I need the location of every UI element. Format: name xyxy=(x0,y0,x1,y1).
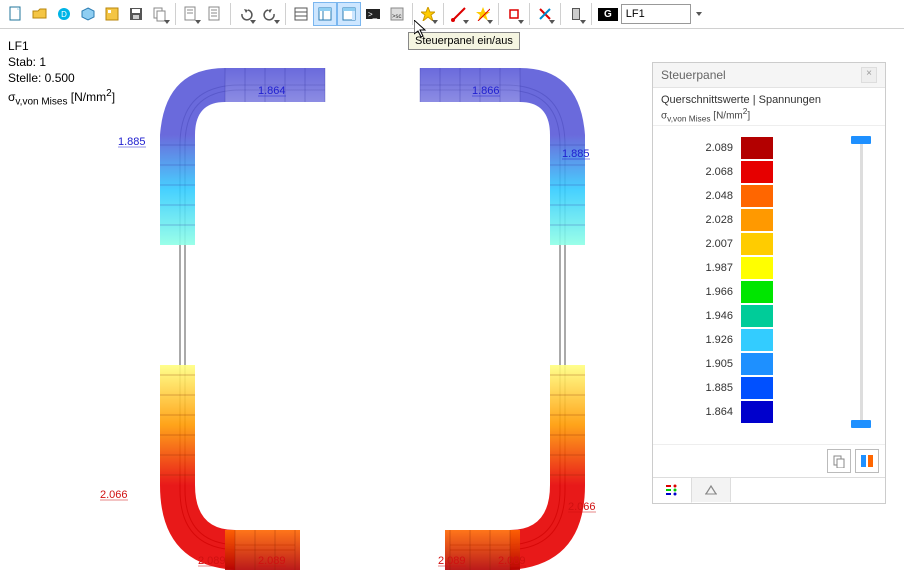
snap-button[interactable] xyxy=(502,2,526,26)
legend-swatch xyxy=(741,185,773,207)
legend-value: 1.966 xyxy=(663,286,741,298)
loadcase-input[interactable] xyxy=(621,4,691,24)
redo-button[interactable] xyxy=(258,2,282,26)
legend-value: 2.068 xyxy=(663,166,741,178)
open-button[interactable] xyxy=(28,2,52,26)
parameter-button[interactable] xyxy=(100,2,124,26)
mirror-button[interactable] xyxy=(533,2,557,26)
panel-tab-scale[interactable] xyxy=(692,478,731,502)
legend-swatch xyxy=(741,161,773,183)
g-badge: G xyxy=(598,8,618,21)
svg-text:>_: >_ xyxy=(368,10,378,19)
console-button[interactable]: >_ xyxy=(361,2,385,26)
svg-text:D: D xyxy=(61,10,67,19)
panel-tool-copy[interactable] xyxy=(827,449,851,473)
copy-button[interactable] xyxy=(148,2,172,26)
panel-sigma: σv,von Mises [N/mm2] xyxy=(661,106,877,123)
stress-value-label: 1.866 xyxy=(472,85,500,97)
legend-swatch xyxy=(741,257,773,279)
save-button[interactable] xyxy=(124,2,148,26)
legend-row: 2.007 xyxy=(663,232,875,256)
legend-swatch xyxy=(741,401,773,423)
stress-value-label: 1.885 xyxy=(562,148,590,160)
legend-swatch xyxy=(741,329,773,351)
panel-subtitle: Querschnittswerte | Spannungen σv,von Mi… xyxy=(653,88,885,126)
stress-value-label: 2.066 xyxy=(568,501,596,513)
model-3d-button[interactable] xyxy=(76,2,100,26)
legend-value: 1.987 xyxy=(663,262,741,274)
legend-row: 2.028 xyxy=(663,208,875,232)
stress-value-label: 2.089 xyxy=(198,555,226,567)
legend-value: 1.926 xyxy=(663,334,741,346)
script-button[interactable]: >sc xyxy=(385,2,409,26)
navigator-button[interactable] xyxy=(313,2,337,26)
panel-tab-colors[interactable] xyxy=(653,478,692,503)
table-button[interactable] xyxy=(289,2,313,26)
legend-row: 1.946 xyxy=(663,304,875,328)
legend-value: 2.028 xyxy=(663,214,741,226)
panel-titlebar[interactable]: Steuerpanel × xyxy=(653,63,885,88)
main-toolbar: D >_ >sc G xyxy=(0,0,904,29)
legend-row: 2.089 xyxy=(663,136,875,160)
stress-value-label: 2.089 xyxy=(258,555,286,567)
legend-row: 1.926 xyxy=(663,328,875,352)
control-panel-button[interactable] xyxy=(337,2,361,26)
stress-value-label: 1.864 xyxy=(258,85,286,97)
control-panel: Steuerpanel × Querschnittswerte | Spannu… xyxy=(652,62,886,504)
legend-value: 1.864 xyxy=(663,406,741,418)
legend-value: 1.946 xyxy=(663,310,741,322)
legend-row: 1.885 xyxy=(663,376,875,400)
notes-button[interactable] xyxy=(203,2,227,26)
new-button[interactable] xyxy=(4,2,28,26)
legend-swatch xyxy=(741,353,773,375)
viewport-canvas[interactable]: 1.864 1.866 1.885 1.885 2.066 2.066 2.089 2.089… xyxy=(0,30,640,587)
legend-value: 2.007 xyxy=(663,238,741,250)
stress-value-label: 2.066 xyxy=(100,489,128,501)
panel-tools xyxy=(653,444,885,477)
legend-swatch xyxy=(741,137,773,159)
legend-value: 1.905 xyxy=(663,358,741,370)
panel-title-text: Steuerpanel xyxy=(661,68,726,82)
stress-value-label: 2.089 xyxy=(498,555,526,567)
legend-row: 1.966 xyxy=(663,280,875,304)
legend-value: 2.048 xyxy=(663,190,741,202)
stress-value-label: 1.885 xyxy=(118,136,146,148)
stress-value-label: 2.089 xyxy=(438,555,466,567)
props-button[interactable] xyxy=(179,2,203,26)
display-button[interactable] xyxy=(564,2,588,26)
legend-row: 2.068 xyxy=(663,160,875,184)
legend-row: 1.905 xyxy=(663,352,875,376)
legend-swatch xyxy=(741,377,773,399)
panel-subtitle-text: Querschnittswerte | Spannungen xyxy=(661,94,877,106)
legend-slider-top[interactable] xyxy=(851,136,871,144)
legend-slider-rail[interactable] xyxy=(860,140,863,424)
cursor-icon xyxy=(414,20,428,38)
load-tool-button[interactable] xyxy=(471,2,495,26)
legend-row: 1.987 xyxy=(663,256,875,280)
panel-tool-split[interactable] xyxy=(855,449,879,473)
stammdaten-button[interactable]: D xyxy=(52,2,76,26)
panel-tabs xyxy=(653,477,885,503)
legend-slider-bottom[interactable] xyxy=(851,420,871,428)
legend-value: 2.089 xyxy=(663,142,741,154)
loadcase-dropdown[interactable] xyxy=(691,2,707,26)
legend-swatch xyxy=(741,305,773,327)
legend-swatch xyxy=(741,281,773,303)
svg-text:>sc: >sc xyxy=(392,14,402,20)
line-tool-button[interactable] xyxy=(447,2,471,26)
legend-value: 1.885 xyxy=(663,382,741,394)
legend-row: 2.048 xyxy=(663,184,875,208)
legend-swatch xyxy=(741,209,773,231)
undo-button[interactable] xyxy=(234,2,258,26)
legend-swatch xyxy=(741,233,773,255)
legend-body: 2.089 2.068 2.048 2.028 2.007 1.987 1.966 1.946… xyxy=(653,126,885,444)
panel-close-button[interactable]: × xyxy=(861,67,877,83)
legend-row: 1.864 xyxy=(663,400,875,424)
